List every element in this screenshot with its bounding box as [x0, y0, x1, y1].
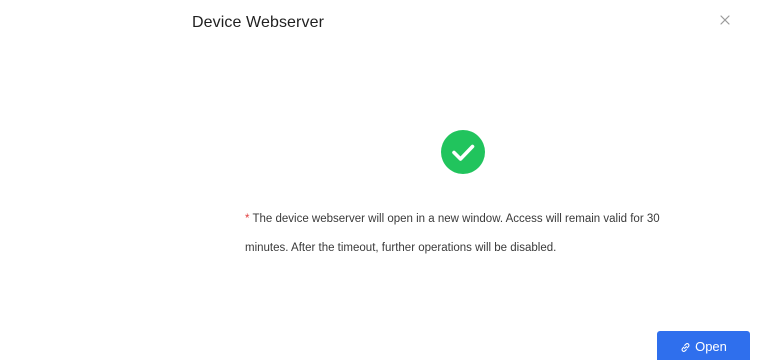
link-icon [680, 341, 691, 356]
close-button[interactable] [716, 11, 734, 29]
open-button-label: Open [695, 339, 727, 354]
dialog-title: Device Webserver [192, 14, 325, 31]
open-button[interactable]: Open [657, 331, 750, 360]
info-message: * The device webserver will open in a new… [245, 205, 685, 263]
required-asterisk: * [245, 213, 250, 225]
info-message-text: The device webserver will open in a new … [245, 213, 660, 254]
webserver-dialog: Device Webserver * The device webserver w… [0, 0, 765, 360]
close-icon [716, 11, 734, 29]
check-circle-icon [441, 130, 485, 174]
